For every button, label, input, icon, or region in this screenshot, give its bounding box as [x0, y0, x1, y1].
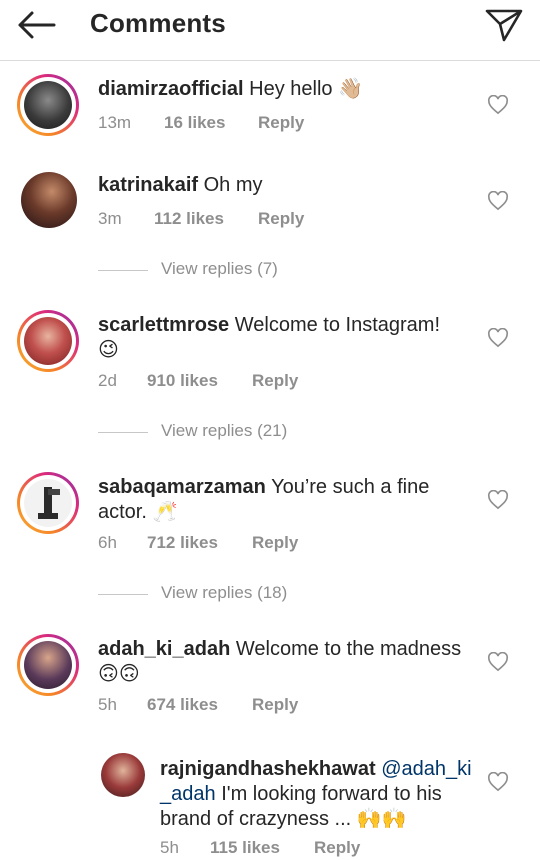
comment-meta: 5h 115 likes Reply — [160, 838, 420, 860]
reply-button[interactable]: Reply — [314, 838, 360, 858]
view-replies-label: View replies (18) — [161, 583, 288, 602]
comment-username[interactable]: diamirzaofficial — [98, 78, 244, 100]
view-replies-button[interactable]: View replies (21) — [0, 421, 540, 445]
comment-text: scarlettmrose Welcome to Instagram! 😉 — [98, 313, 478, 363]
comment-likes[interactable]: 115 likes — [210, 838, 280, 858]
comment-text: adah_ki_adah Welcome to the madness 🙃🙃 — [98, 637, 478, 687]
view-replies-button[interactable]: View replies (18) — [0, 583, 540, 607]
comment-item: diamirzaofficial Hey hello 👋🏼 13m 16 lik… — [0, 72, 540, 142]
avatar[interactable] — [17, 74, 79, 136]
avatar-image — [38, 487, 60, 519]
comment-meta: 13m 16 likes Reply — [98, 113, 358, 135]
paper-plane-icon — [485, 9, 523, 42]
reply-comment-item: rajnigandhashekhawat @adah_ki_adah I'm l… — [0, 752, 540, 860]
comment-time: 2d — [98, 371, 117, 390]
heart-icon[interactable] — [487, 95, 509, 115]
comment-emoji: 🥂 — [152, 501, 178, 524]
comment-likes[interactable]: 712 likes — [147, 533, 218, 553]
comment-body: Oh my — [203, 174, 263, 196]
comment-emoji: 👋🏼 — [338, 78, 364, 101]
comment-time: 5h — [98, 695, 117, 714]
comment-likes[interactable]: 910 likes — [147, 371, 218, 391]
comment-time: 5h — [160, 838, 179, 857]
view-replies-label: View replies (7) — [161, 259, 278, 278]
back-button[interactable] — [14, 8, 58, 42]
comment-meta: 3m 112 likes Reply — [98, 209, 358, 231]
comment-meta: 5h 674 likes Reply — [98, 695, 358, 717]
comment-text: rajnigandhashekhawat @adah_ki_adah I'm l… — [160, 757, 478, 832]
comment-likes[interactable]: 16 likes — [164, 113, 225, 133]
share-button[interactable] — [484, 6, 524, 44]
comment-likes[interactable]: 674 likes — [147, 695, 218, 715]
divider-line — [98, 432, 148, 433]
comment-emoji: 🙃🙃 — [98, 663, 140, 686]
avatar[interactable] — [101, 753, 145, 797]
comment-body: Hey hello — [249, 78, 333, 100]
comment-text: katrinakaif Oh my — [98, 173, 478, 198]
comment-item: adah_ki_adah Welcome to the madness 🙃🙃 5… — [0, 632, 540, 722]
comment-time: 13m — [98, 113, 132, 132]
heart-icon[interactable] — [487, 772, 509, 792]
divider-line — [98, 270, 148, 271]
comment-text: sabaqamarzaman You’re such a fine actor.… — [98, 475, 478, 525]
comment-item: sabaqamarzaman You’re such a fine actor.… — [0, 470, 540, 560]
comment-username[interactable]: katrinakaif — [98, 174, 198, 196]
header-divider — [0, 60, 540, 61]
avatar[interactable] — [17, 634, 79, 696]
page-title: Comments — [90, 8, 226, 38]
heart-icon[interactable] — [487, 490, 509, 510]
heart-icon[interactable] — [487, 191, 509, 211]
comment-body: Welcome to Instagram! — [234, 314, 441, 336]
avatar[interactable] — [21, 172, 77, 228]
comment-text: diamirzaofficial Hey hello 👋🏼 — [98, 77, 478, 102]
reply-button[interactable]: Reply — [252, 533, 298, 553]
arrow-left-icon — [18, 11, 56, 39]
avatar[interactable] — [17, 472, 79, 534]
comment-time: 6h — [98, 533, 117, 552]
comment-emoji: 🙌🙌 — [356, 808, 407, 831]
view-replies-label: View replies (21) — [161, 421, 288, 440]
comment-username[interactable]: sabaqamarzaman — [98, 476, 266, 498]
reply-button[interactable]: Reply — [252, 695, 298, 715]
comment-username[interactable]: adah_ki_adah — [98, 638, 230, 660]
reply-button[interactable]: Reply — [258, 113, 304, 133]
comment-item: katrinakaif Oh my 3m 112 likes Reply — [0, 168, 540, 238]
avatar[interactable] — [17, 310, 79, 372]
view-replies-button[interactable]: View replies (7) — [0, 259, 540, 283]
comment-likes[interactable]: 112 likes — [154, 209, 224, 229]
comment-username[interactable]: rajnigandhashekhawat — [160, 758, 376, 780]
divider-line — [98, 594, 148, 595]
comment-item: scarlettmrose Welcome to Instagram! 😉 2d… — [0, 308, 540, 398]
comment-time: 3m — [98, 209, 122, 228]
reply-button[interactable]: Reply — [258, 209, 304, 229]
heart-icon[interactable] — [487, 652, 509, 672]
comment-emoji: 😉 — [98, 339, 119, 362]
reply-button[interactable]: Reply — [252, 371, 298, 391]
comment-body: Welcome to the madness — [235, 638, 462, 660]
header: Comments — [0, 0, 540, 58]
comment-meta: 6h 712 likes Reply — [98, 533, 358, 555]
comment-username[interactable]: scarlettmrose — [98, 314, 229, 336]
comment-meta: 2d 910 likes Reply — [98, 371, 358, 393]
heart-icon[interactable] — [487, 328, 509, 348]
